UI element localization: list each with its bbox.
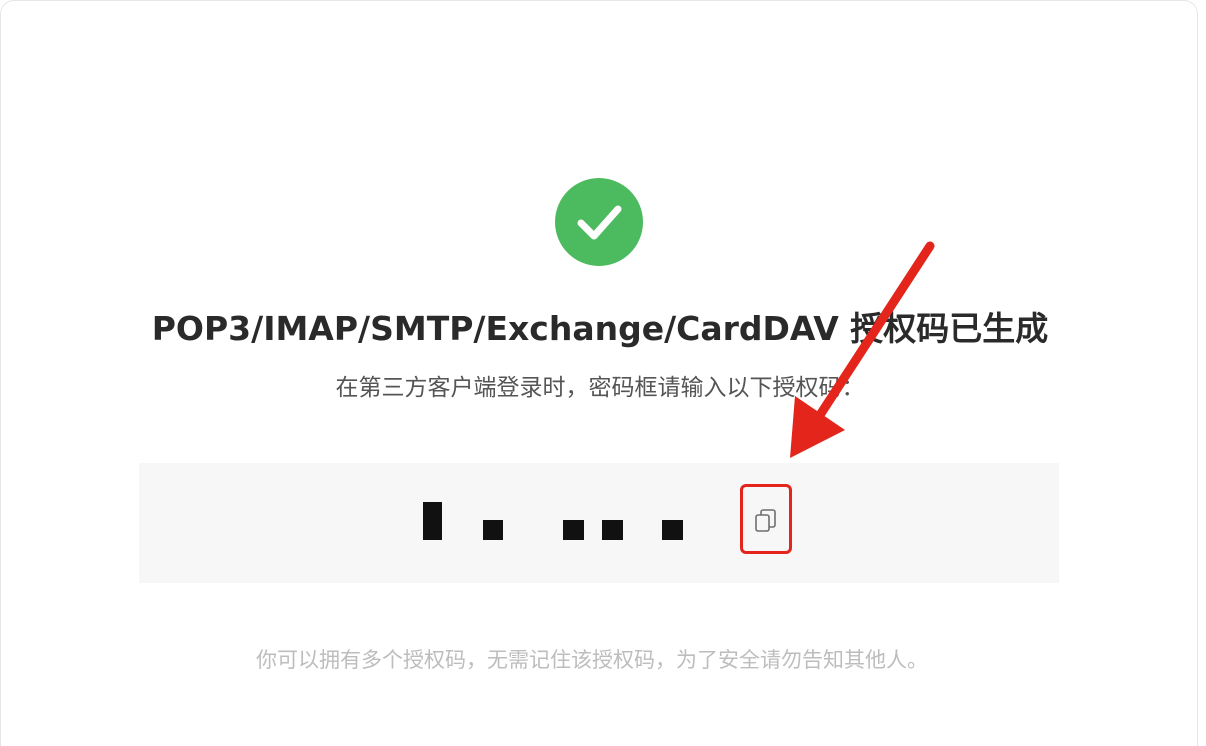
red-arrow-icon bbox=[790, 241, 935, 458]
page: POP3/IMAP/SMTP/Exchange/CardDAV 授权码已生成 在… bbox=[0, 0, 1206, 746]
